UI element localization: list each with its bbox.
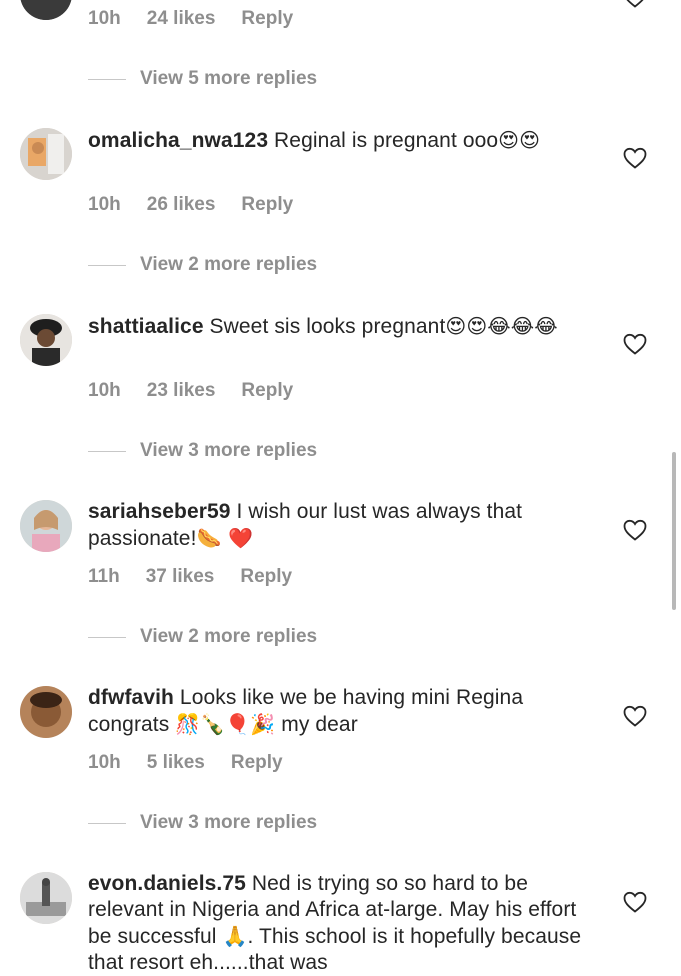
- comment-meta: 10h 24 likes Reply: [88, 8, 293, 30]
- comment-emoji: 🌭 ❤️: [196, 526, 253, 550]
- likes-count[interactable]: 37 likes: [146, 566, 215, 588]
- comment-text: sariahseber59 I wish our lust was always…: [88, 499, 588, 552]
- comment-emoji: 🙏: [222, 924, 248, 948]
- replies-divider: [88, 636, 126, 638]
- comment-username[interactable]: dfwfavih: [88, 686, 174, 709]
- comment-body: Sweet sis looks pregnant: [203, 315, 446, 338]
- avatar[interactable]: [20, 0, 72, 20]
- comment-emoji: 🎊🍾🎈🎉: [175, 712, 276, 736]
- comment-meta: 11h 37 likes Reply: [88, 566, 292, 588]
- comment-time: 11h: [88, 566, 120, 587]
- comment-meta: 10h 26 likes Reply: [88, 194, 293, 216]
- heart-outline-icon[interactable]: [623, 147, 647, 171]
- comment-text: dfwfavih Looks like we be having mini Re…: [88, 685, 588, 738]
- comment-meta: 10h 23 likes Reply: [88, 380, 293, 402]
- view-replies-label: View 2 more replies: [140, 626, 318, 647]
- comment-meta: 10h 5 likes Reply: [88, 752, 283, 774]
- comment-time: 10h: [88, 752, 121, 773]
- reply-button[interactable]: Reply: [241, 194, 293, 216]
- comment-body: Reginal is pregnant ooo: [268, 129, 499, 152]
- view-replies-button[interactable]: View 2 more replies: [88, 252, 317, 278]
- likes-count[interactable]: 23 likes: [147, 380, 216, 402]
- avatar[interactable]: [20, 500, 72, 552]
- comment-text: omalicha_nwa123 Reginal is pregnant ooo😍…: [88, 127, 588, 154]
- heart-outline-icon[interactable]: [623, 333, 647, 357]
- reply-button[interactable]: Reply: [241, 380, 293, 402]
- reply-button[interactable]: Reply: [231, 752, 283, 774]
- likes-count[interactable]: 24 likes: [147, 8, 216, 30]
- replies-divider: [88, 78, 126, 80]
- view-replies-button[interactable]: View 3 more replies: [88, 438, 317, 464]
- comment-username[interactable]: omalicha_nwa123: [88, 129, 268, 152]
- view-replies-button[interactable]: View 3 more replies: [88, 810, 317, 836]
- view-replies-label: View 2 more replies: [140, 254, 318, 275]
- comment-time: 10h: [88, 8, 121, 29]
- comment-text: shattiaalice Sweet sis looks pregnant😍😍😂…: [88, 313, 588, 340]
- comment-body-end: my dear: [275, 713, 358, 736]
- view-replies-button[interactable]: View 2 more replies: [88, 624, 317, 650]
- view-replies-label: View 3 more replies: [140, 440, 318, 461]
- reply-button[interactable]: Reply: [240, 566, 292, 588]
- heart-outline-icon[interactable]: [623, 705, 647, 729]
- likes-count[interactable]: 5 likes: [147, 752, 205, 774]
- replies-divider: [88, 264, 126, 266]
- comment-time: 10h: [88, 194, 121, 215]
- view-replies-label: View 5 more replies: [140, 68, 318, 89]
- comment-username[interactable]: shattiaalice: [88, 315, 204, 338]
- comment-emoji: 😍😍😂😂😂: [445, 314, 558, 338]
- heart-outline-icon[interactable]: [623, 519, 647, 543]
- avatar[interactable]: [20, 314, 72, 366]
- replies-divider: [88, 822, 126, 824]
- scrollbar[interactable]: [672, 452, 676, 610]
- comment-username[interactable]: evon.daniels.75: [88, 872, 246, 895]
- comment-text: evon.daniels.75 Ned is trying so so hard…: [88, 871, 588, 976]
- heart-outline-icon[interactable]: [623, 891, 647, 915]
- comment-emoji: 😍😍: [498, 128, 541, 152]
- comment-time: 10h: [88, 380, 121, 401]
- view-replies-button[interactable]: View 5 more replies: [88, 66, 317, 92]
- avatar[interactable]: [20, 686, 72, 738]
- view-replies-label: View 3 more replies: [140, 812, 318, 833]
- avatar[interactable]: [20, 128, 72, 180]
- likes-count[interactable]: 26 likes: [147, 194, 216, 216]
- avatar[interactable]: [20, 872, 72, 924]
- replies-divider: [88, 450, 126, 452]
- comment-username[interactable]: sariahseber59: [88, 500, 231, 523]
- reply-button[interactable]: Reply: [241, 8, 293, 30]
- heart-outline-icon[interactable]: [623, 0, 647, 10]
